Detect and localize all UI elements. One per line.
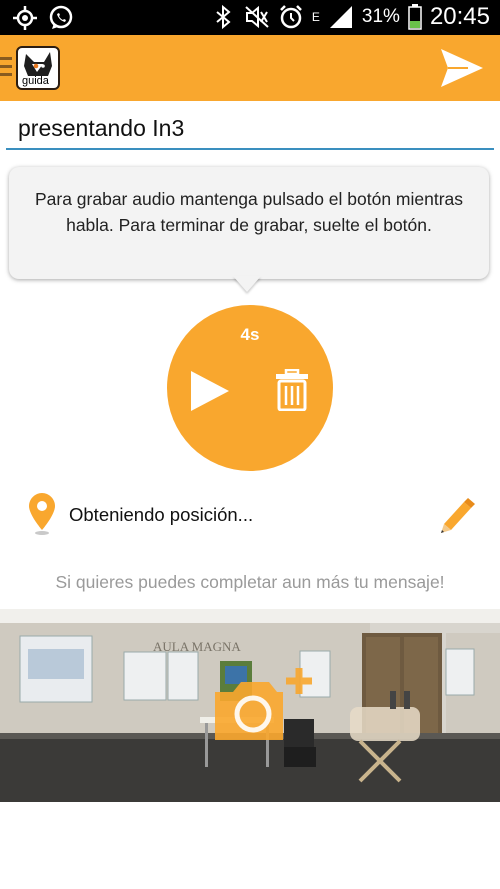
record-instructions-tooltip: Para grabar audio mantenga pulsado el bo… bbox=[9, 167, 489, 279]
map-pin-icon bbox=[29, 493, 55, 535]
app-logo[interactable]: guida bbox=[16, 46, 60, 90]
status-bar-right: E 31% 20:45 bbox=[210, 3, 490, 31]
status-bar: E 31% 20:45 bbox=[0, 0, 500, 35]
complete-message-hint: Si quieres puedes completar aun más tu m… bbox=[55, 572, 445, 592]
mute-icon bbox=[245, 5, 269, 29]
menu-icon[interactable] bbox=[0, 57, 12, 81]
tooltip-pointer bbox=[233, 276, 261, 292]
play-icon[interactable] bbox=[189, 369, 231, 413]
record-audio-button[interactable]: 4s bbox=[167, 305, 333, 471]
signal-icon bbox=[329, 6, 352, 28]
add-photo-camera-icon[interactable] bbox=[213, 666, 317, 742]
whatsapp-icon bbox=[49, 5, 73, 29]
send-icon[interactable] bbox=[440, 48, 484, 88]
tooltip-text: Para grabar audio mantenga pulsado el bo… bbox=[34, 189, 464, 235]
gps-icon bbox=[13, 6, 37, 30]
logo-text: guida bbox=[22, 75, 49, 87]
pencil-icon[interactable] bbox=[436, 496, 476, 534]
clock: 20:45 bbox=[429, 3, 490, 30]
network-type: E bbox=[311, 10, 320, 24]
message-title-field[interactable] bbox=[6, 110, 494, 150]
battery-icon bbox=[408, 4, 422, 30]
battery-percent: 31% bbox=[361, 6, 400, 27]
hall-sign-text: AULA MAGNA bbox=[153, 639, 241, 654]
alarm-icon bbox=[280, 5, 302, 29]
recording-duration: 4s bbox=[240, 325, 260, 344]
message-title-input[interactable] bbox=[6, 110, 494, 146]
photo-area[interactable]: AULA MAGNA bbox=[0, 609, 500, 802]
action-bar: guida bbox=[0, 35, 500, 101]
bluetooth-icon bbox=[216, 4, 231, 30]
location-row: Obteniendo posición... bbox=[0, 490, 500, 540]
location-status: Obteniendo posición... bbox=[69, 504, 254, 525]
trash-icon[interactable] bbox=[275, 369, 309, 411]
status-bar-left bbox=[12, 5, 74, 31]
